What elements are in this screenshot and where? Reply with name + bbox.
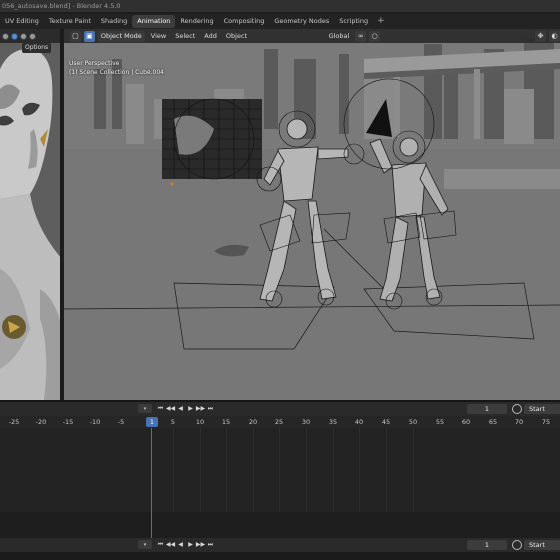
current-frame-field[interactable]: 1 bbox=[467, 404, 507, 414]
window-title: 056_autosave.blend] - Blender 4.5.0 bbox=[0, 0, 560, 12]
grid-line bbox=[200, 428, 201, 512]
tab-shading[interactable]: Shading bbox=[96, 15, 132, 28]
add-workspace-icon[interactable]: + bbox=[373, 15, 389, 28]
overlays-icon[interactable]: ◐ bbox=[549, 30, 560, 42]
status-bar bbox=[0, 552, 560, 560]
snap-icon[interactable]: ∞ bbox=[355, 30, 367, 42]
ruler-tick: 20 bbox=[248, 418, 258, 426]
ruler-tick: 40 bbox=[354, 418, 364, 426]
ruler-tick: -25 bbox=[8, 418, 20, 426]
tab-animation[interactable]: Animation bbox=[132, 15, 176, 28]
grid-line bbox=[333, 428, 334, 512]
grid-line bbox=[279, 428, 280, 512]
solid-shading-icon[interactable] bbox=[11, 32, 18, 40]
character-preview-render bbox=[0, 29, 60, 400]
3d-viewport[interactable]: ▢ ▣ Object Mode View Select Add Object G… bbox=[64, 29, 560, 400]
rendered-shading-icon[interactable] bbox=[29, 32, 36, 40]
ruler-tick: 75 bbox=[541, 418, 551, 426]
ruler-tick: 50 bbox=[408, 418, 418, 426]
object-mode-dropdown[interactable]: Object Mode bbox=[97, 30, 145, 42]
next-keyframe-icon[interactable]: ▶▶ bbox=[196, 404, 205, 413]
lower-keying-dropdown[interactable]: ▾ bbox=[138, 540, 152, 549]
ruler-tick: -10 bbox=[89, 418, 101, 426]
material-shading-icon[interactable] bbox=[20, 32, 27, 40]
tab-scripting[interactable]: Scripting bbox=[334, 15, 373, 28]
viewport-header: ▢ ▣ Object Mode View Select Add Object G… bbox=[64, 29, 560, 43]
lower-next-keyframe-icon[interactable]: ▶▶ bbox=[196, 540, 205, 549]
lower-frame-field[interactable]: 1 bbox=[467, 540, 507, 550]
grid-line bbox=[359, 428, 360, 512]
start-frame-field[interactable]: Start bbox=[524, 404, 560, 414]
lower-play-reverse-icon[interactable]: ◀ bbox=[176, 540, 185, 549]
ruler-tick: -15 bbox=[62, 418, 74, 426]
scene-render bbox=[64, 29, 560, 400]
ruler-tick: 25 bbox=[274, 418, 284, 426]
play-icon[interactable]: ▶ bbox=[186, 404, 195, 413]
ruler-tick: 5 bbox=[170, 418, 176, 426]
view-menu[interactable]: View bbox=[148, 31, 169, 42]
lower-play-icon[interactable]: ▶ bbox=[186, 540, 195, 549]
tab-texture-paint[interactable]: Texture Paint bbox=[44, 15, 96, 28]
add-menu[interactable]: Add bbox=[201, 31, 220, 42]
jump-end-icon[interactable]: ⏭ bbox=[206, 404, 215, 413]
select-menu[interactable]: Select bbox=[172, 31, 198, 42]
grid-line bbox=[386, 428, 387, 512]
lower-jump-end-icon[interactable]: ⏭ bbox=[206, 540, 215, 549]
grid-line bbox=[306, 428, 307, 512]
play-reverse-icon[interactable]: ◀ bbox=[176, 404, 185, 413]
lower-jump-start-icon[interactable]: ⏮ bbox=[156, 540, 165, 549]
left-panel-header bbox=[0, 29, 60, 43]
lower-playback-controls: ▾ ⏮ ◀◀ ◀ ▶ ▶▶ ⏭ bbox=[138, 540, 215, 549]
transform-orientation-dropdown[interactable]: Global bbox=[326, 31, 353, 42]
clock-icon[interactable] bbox=[512, 404, 522, 414]
grid-line bbox=[173, 428, 174, 512]
grid-line bbox=[253, 428, 254, 512]
playback-controls: ▾ ⏮ ◀◀ ◀ ▶ ▶▶ ⏭ bbox=[138, 404, 215, 413]
timeline-track-area[interactable] bbox=[0, 428, 560, 512]
select-box-icon[interactable]: ▣ bbox=[83, 30, 95, 42]
ruler-tick: 55 bbox=[435, 418, 445, 426]
active-object-label: (1) Scene Collection | Cube.004 bbox=[69, 69, 164, 76]
lower-start-field[interactable]: Start bbox=[524, 540, 560, 550]
timeline-header: ▾ ⏮ ◀◀ ◀ ▶ ▶▶ ⏭ 1 Start bbox=[0, 402, 560, 416]
ruler-tick: -5 bbox=[117, 418, 125, 426]
wireframe-shading-icon[interactable] bbox=[2, 32, 9, 40]
grid-line bbox=[413, 428, 414, 512]
view-perspective-label: User Perspective bbox=[69, 60, 120, 67]
current-frame-indicator[interactable]: 1 bbox=[146, 417, 158, 427]
lower-clock-icon[interactable] bbox=[512, 540, 522, 550]
tab-uv-editing[interactable]: UV Editing bbox=[0, 15, 44, 28]
workspace-tabs: UV Editing Texture Paint Shading Animati… bbox=[0, 14, 560, 29]
ruler-tick: 35 bbox=[328, 418, 338, 426]
camera-preview-panel[interactable]: Options bbox=[0, 29, 62, 400]
jump-start-icon[interactable]: ⏮ bbox=[156, 404, 165, 413]
grid-line bbox=[226, 428, 227, 512]
prev-keyframe-icon[interactable]: ◀◀ bbox=[166, 404, 175, 413]
keying-dropdown[interactable]: ▾ bbox=[138, 404, 152, 413]
lower-timeline-header: ▾ ⏮ ◀◀ ◀ ▶ ▶▶ ⏭ 1 Start bbox=[0, 538, 560, 552]
ruler-tick: 10 bbox=[195, 418, 205, 426]
options-button[interactable]: Options bbox=[22, 43, 52, 53]
object-menu[interactable]: Object bbox=[223, 31, 250, 42]
playhead[interactable] bbox=[151, 428, 152, 538]
ruler-tick: 70 bbox=[514, 418, 524, 426]
ruler-tick: -20 bbox=[35, 418, 47, 426]
timeline-lower-area bbox=[0, 512, 560, 538]
tab-rendering[interactable]: Rendering bbox=[175, 15, 218, 28]
lower-prev-keyframe-icon[interactable]: ◀◀ bbox=[166, 540, 175, 549]
gizmo-icon[interactable]: ✥ bbox=[535, 30, 547, 42]
timeline-ruler[interactable]: -25 -20 -15 -10 -5 5 10 15 20 25 30 35 4… bbox=[0, 416, 560, 428]
ruler-tick: 45 bbox=[381, 418, 391, 426]
ruler-tick: 65 bbox=[488, 418, 498, 426]
ruler-tick: 15 bbox=[221, 418, 231, 426]
proportional-editing-icon[interactable]: ○ bbox=[369, 30, 381, 42]
editor-type-icon[interactable]: ▢ bbox=[70, 30, 81, 42]
ruler-tick: 30 bbox=[301, 418, 311, 426]
tab-geometry-nodes[interactable]: Geometry Nodes bbox=[269, 15, 334, 28]
ruler-tick: 60 bbox=[461, 418, 471, 426]
tab-compositing[interactable]: Compositing bbox=[219, 15, 270, 28]
